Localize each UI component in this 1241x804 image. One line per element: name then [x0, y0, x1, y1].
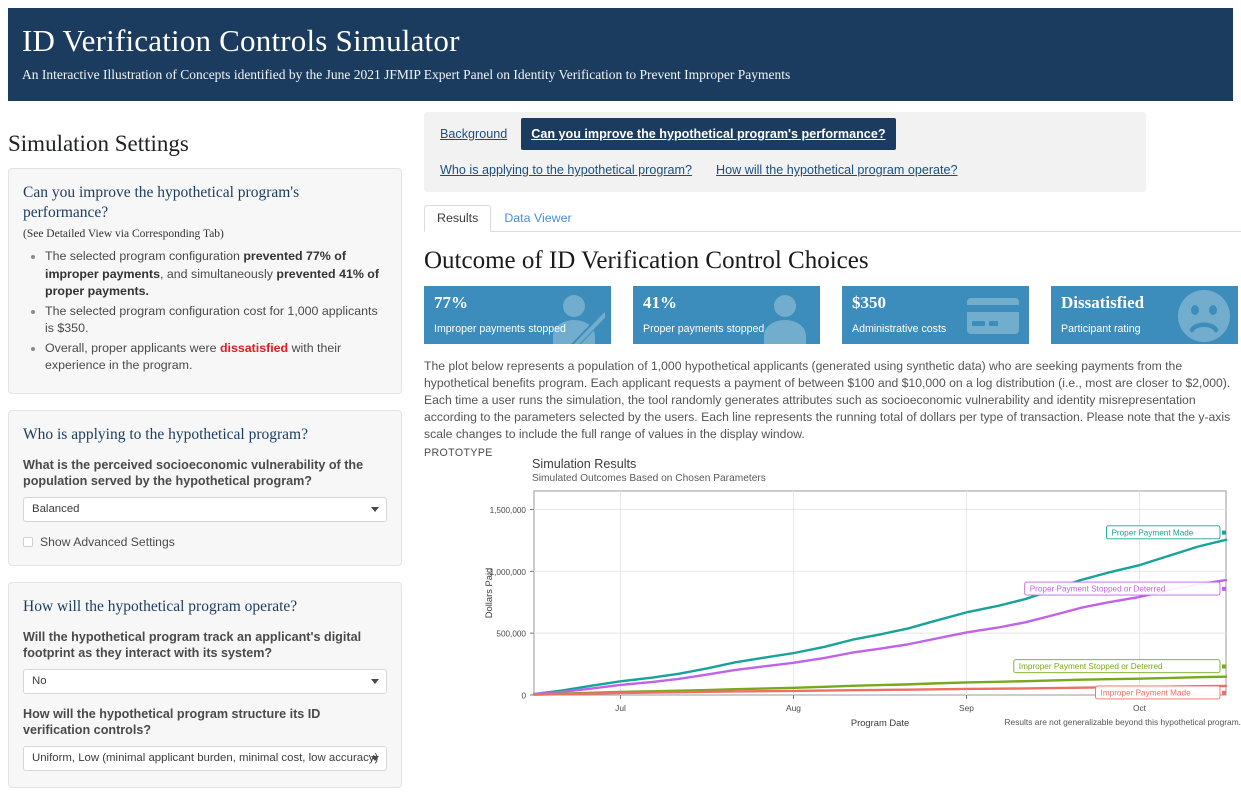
- nav-tab-how-will-operate[interactable]: How will the hypothetical program operat…: [706, 154, 968, 186]
- page-title: Outcome of ID Verification Control Choic…: [424, 246, 1241, 276]
- list-item: The selected program configuration cost …: [45, 303, 387, 338]
- performance-bullet-list: The selected program configuration preve…: [23, 248, 387, 375]
- chevron-down-icon: [371, 756, 379, 761]
- svg-text:Aug: Aug: [786, 703, 801, 713]
- user-slash-icon: [539, 290, 605, 344]
- bullet3-text-b: dissatisfied: [220, 341, 288, 355]
- svg-text:Dollars Paid: Dollars Paid: [483, 568, 494, 619]
- id-controls-select-value: Uniform, Low (minimal applicant burden, …: [32, 752, 378, 764]
- plot-description-paragraph: The plot below represents a population o…: [424, 358, 1241, 443]
- bullet1-text-c: , and simultaneously: [160, 267, 276, 281]
- svg-text:1,500,000: 1,500,000: [490, 506, 527, 515]
- panel-performance-summary: Can you improve the hypothetical program…: [8, 168, 402, 394]
- stat-card-participant-rating: Dissatisfied Participant rating: [1051, 286, 1238, 344]
- main-content: Background Can you improve the hypotheti…: [424, 112, 1241, 737]
- svg-text:1,000,000: 1,000,000: [490, 568, 527, 577]
- stat-card-admin-costs: $350 Administrative costs: [842, 286, 1029, 344]
- svg-text:Program Date: Program Date: [851, 717, 909, 728]
- show-advanced-settings-checkbox-row[interactable]: Show Advanced Settings: [23, 535, 387, 549]
- svg-text:0: 0: [521, 692, 526, 701]
- chart-canvas: 0 500,000 1,000,000 1,500,000 Jul Aug Sep Oct Pr…: [424, 447, 1241, 732]
- panel-operation-heading: How will the hypothetical program operat…: [23, 597, 387, 617]
- panel-operation: How will the hypothetical program operat…: [8, 582, 402, 788]
- main-nav-tabs: Background Can you improve the hypotheti…: [424, 112, 1146, 192]
- nav-tab-background[interactable]: Background: [430, 118, 517, 150]
- svg-text:Improper Payment Stopped or De: Improper Payment Stopped or Deterred: [1019, 662, 1163, 671]
- stat-card-proper-stopped: 41% Proper payments stopped: [633, 286, 820, 344]
- digital-footprint-select-value: No: [32, 675, 47, 687]
- svg-text:Jul: Jul: [615, 703, 626, 713]
- stat-card-row: 77% Improper payments stopped 41% Proper…: [424, 286, 1241, 344]
- nav-tab-who-is-applying[interactable]: Who is applying to the hypothetical prog…: [430, 154, 702, 186]
- digital-footprint-select[interactable]: No: [23, 669, 387, 694]
- app-header-banner: ID Verification Controls Simulator An In…: [8, 8, 1233, 101]
- bullet2-text: The selected program configuration cost …: [45, 304, 378, 336]
- chart-footnote: Results are not generalizable beyond thi…: [1005, 717, 1241, 727]
- user-icon: [756, 290, 814, 344]
- id-controls-select[interactable]: Uniform, Low (minimal applicant burden, …: [23, 746, 387, 771]
- app-title: ID Verification Controls Simulator: [22, 22, 1219, 60]
- nav-tab-improve-performance[interactable]: Can you improve the hypothetical program…: [521, 118, 895, 150]
- chevron-down-icon: [371, 507, 379, 512]
- digital-footprint-question-label: Will the hypothetical program track an a…: [23, 629, 387, 662]
- credit-card-icon: [967, 298, 1019, 334]
- bullet1-text-a: The selected program configuration: [45, 249, 243, 263]
- svg-text:Proper Payment Stopped or Dete: Proper Payment Stopped or Deterred: [1030, 585, 1166, 594]
- svg-text:Sep: Sep: [959, 703, 974, 713]
- svg-text:Improper Payment Made: Improper Payment Made: [1101, 688, 1192, 697]
- tab-data-viewer[interactable]: Data Viewer: [491, 205, 584, 232]
- show-advanced-settings-label: Show Advanced Settings: [40, 535, 175, 549]
- panel-population: Who is applying to the hypothetical prog…: [8, 410, 402, 566]
- id-controls-question-label: How will the hypothetical program struct…: [23, 706, 387, 739]
- frown-face-icon: [1178, 290, 1230, 342]
- bullet3-text-a: Overall, proper applicants were: [45, 341, 220, 355]
- panel-population-heading: Who is applying to the hypothetical prog…: [23, 425, 387, 445]
- simulation-chart: PROTOTYPE Simulation Results Simulated O…: [424, 447, 1241, 737]
- panel-performance-note: (See Detailed View via Corresponding Tab…: [23, 227, 387, 242]
- app-subtitle: An Interactive Illustration of Concepts …: [22, 66, 1219, 84]
- tab-results[interactable]: Results: [424, 205, 491, 232]
- sub-tab-bar: Results Data Viewer: [424, 204, 1241, 232]
- list-item: Overall, proper applicants were dissatis…: [45, 340, 387, 375]
- panel-performance-heading: Can you improve the hypothetical program…: [23, 183, 387, 223]
- checkbox-icon[interactable]: [23, 537, 33, 547]
- chevron-down-icon: [371, 679, 379, 684]
- svg-text:Proper Payment Made: Proper Payment Made: [1111, 528, 1193, 537]
- stat-card-improper-stopped: 77% Improper payments stopped: [424, 286, 611, 344]
- svg-text:500,000: 500,000: [496, 630, 526, 639]
- vulnerability-select-value: Balanced: [32, 503, 80, 515]
- sidebar-title: Simulation Settings: [8, 130, 410, 158]
- list-item: The selected program configuration preve…: [45, 248, 387, 301]
- simulation-settings-sidebar: Simulation Settings Can you improve the …: [0, 112, 410, 804]
- svg-text:Oct: Oct: [1133, 703, 1147, 713]
- vulnerability-select[interactable]: Balanced: [23, 497, 387, 522]
- vulnerability-question-label: What is the perceived socioeconomic vuln…: [23, 457, 387, 490]
